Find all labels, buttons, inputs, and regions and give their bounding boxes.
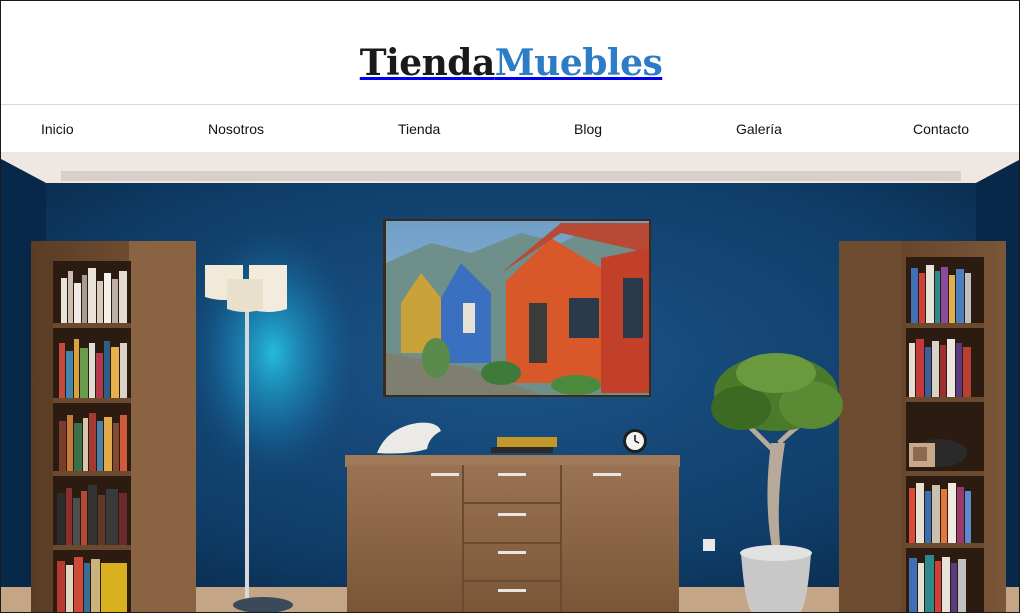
logo-part-muebles: Muebles	[494, 41, 663, 84]
site-header: TiendaMuebles	[1, 1, 1019, 105]
right-bookshelf	[839, 241, 1006, 612]
nav-item-tienda[interactable]: Tienda	[398, 121, 440, 137]
nav-item-nosotros[interactable]: Nosotros	[208, 121, 264, 137]
site-logo[interactable]: TiendaMuebles	[360, 22, 663, 84]
living-room-scene	[1, 153, 1019, 612]
sideboard	[345, 422, 680, 612]
left-bookshelf	[31, 241, 196, 612]
hero-image	[1, 153, 1019, 612]
main-nav: Inicio Nosotros Tienda Blog Galería Cont…	[1, 105, 1019, 153]
logo-part-tienda: Tienda	[359, 41, 496, 84]
nav-item-galeria[interactable]: Galería	[736, 121, 782, 137]
nav-item-contacto[interactable]: Contacto	[913, 121, 969, 137]
nav-item-inicio[interactable]: Inicio	[41, 121, 74, 137]
wall-socket	[703, 539, 715, 551]
wall-painting	[383, 219, 651, 397]
nav-item-blog[interactable]: Blog	[574, 121, 602, 137]
page-frame: TiendaMuebles Inicio Nosotros Tienda Blo…	[0, 0, 1020, 613]
